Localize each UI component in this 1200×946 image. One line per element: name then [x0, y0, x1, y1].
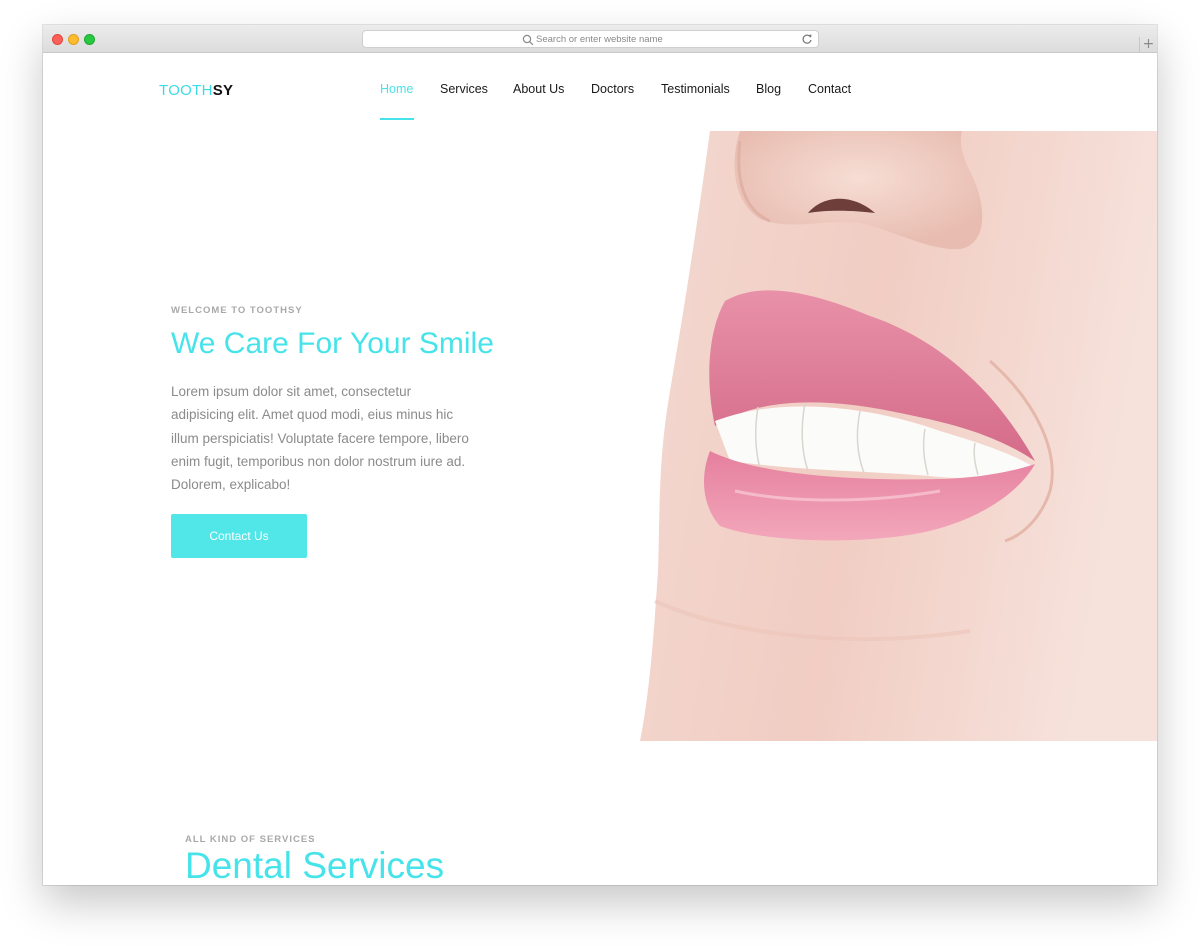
nav-testimonials[interactable]: Testimonials [661, 82, 730, 96]
hero-body-line: Lorem ipsum dolor sit amet, consectetur [171, 384, 412, 399]
nav-home[interactable]: Home [380, 82, 413, 96]
nav-contact[interactable]: Contact [808, 82, 851, 96]
hero-smile-image [640, 131, 1157, 741]
search-icon [522, 34, 534, 46]
hero-body-line: enim fugit, temporibus non dolor nostrum… [171, 453, 466, 469]
site-logo[interactable]: TOOTHSY [159, 82, 233, 99]
minimize-window-button[interactable] [68, 34, 79, 45]
hero-body-line: illum perspiciatis! Voluptate facere tem… [171, 430, 469, 446]
nav-about-us[interactable]: About Us [513, 82, 564, 96]
logo-part-2: SY [212, 82, 234, 99]
address-bar[interactable]: Search or enter website name [362, 30, 819, 48]
nav-blog[interactable]: Blog [756, 82, 781, 96]
maximize-window-button[interactable] [84, 34, 95, 45]
hero-title: We Care For Your Smile [171, 327, 494, 360]
services-title: Dental Services [185, 845, 445, 885]
services-eyebrow: ALL KIND OF SERVICES [185, 834, 316, 845]
hero-body-line: adipisicing elit. Amet quod modi, eius m… [171, 407, 454, 423]
hero-body: Lorem ipsum dolor sit amet, consectetur … [171, 380, 491, 496]
hero-eyebrow: WELCOME TO TOOTHSY [171, 305, 303, 316]
reload-icon[interactable] [801, 33, 813, 45]
new-tab-button[interactable]: + [1139, 37, 1157, 53]
hero-body-line: Dolorem, explicabo! [171, 477, 291, 493]
nav-services[interactable]: Services [440, 82, 488, 96]
webpage: TOOTHSY Home Services About Us Doctors T… [43, 53, 1157, 885]
browser-titlebar: Search or enter website name + [43, 25, 1157, 53]
logo-part-1: TOOTH [159, 82, 213, 99]
nav-active-underline [380, 118, 414, 120]
contact-us-button[interactable]: Contact Us [171, 514, 307, 558]
close-window-button[interactable] [52, 34, 63, 45]
nav-doctors[interactable]: Doctors [591, 82, 634, 96]
address-bar-placeholder: Search or enter website name [536, 34, 663, 45]
browser-window: Search or enter website name + TOOTHSY H… [43, 25, 1157, 885]
